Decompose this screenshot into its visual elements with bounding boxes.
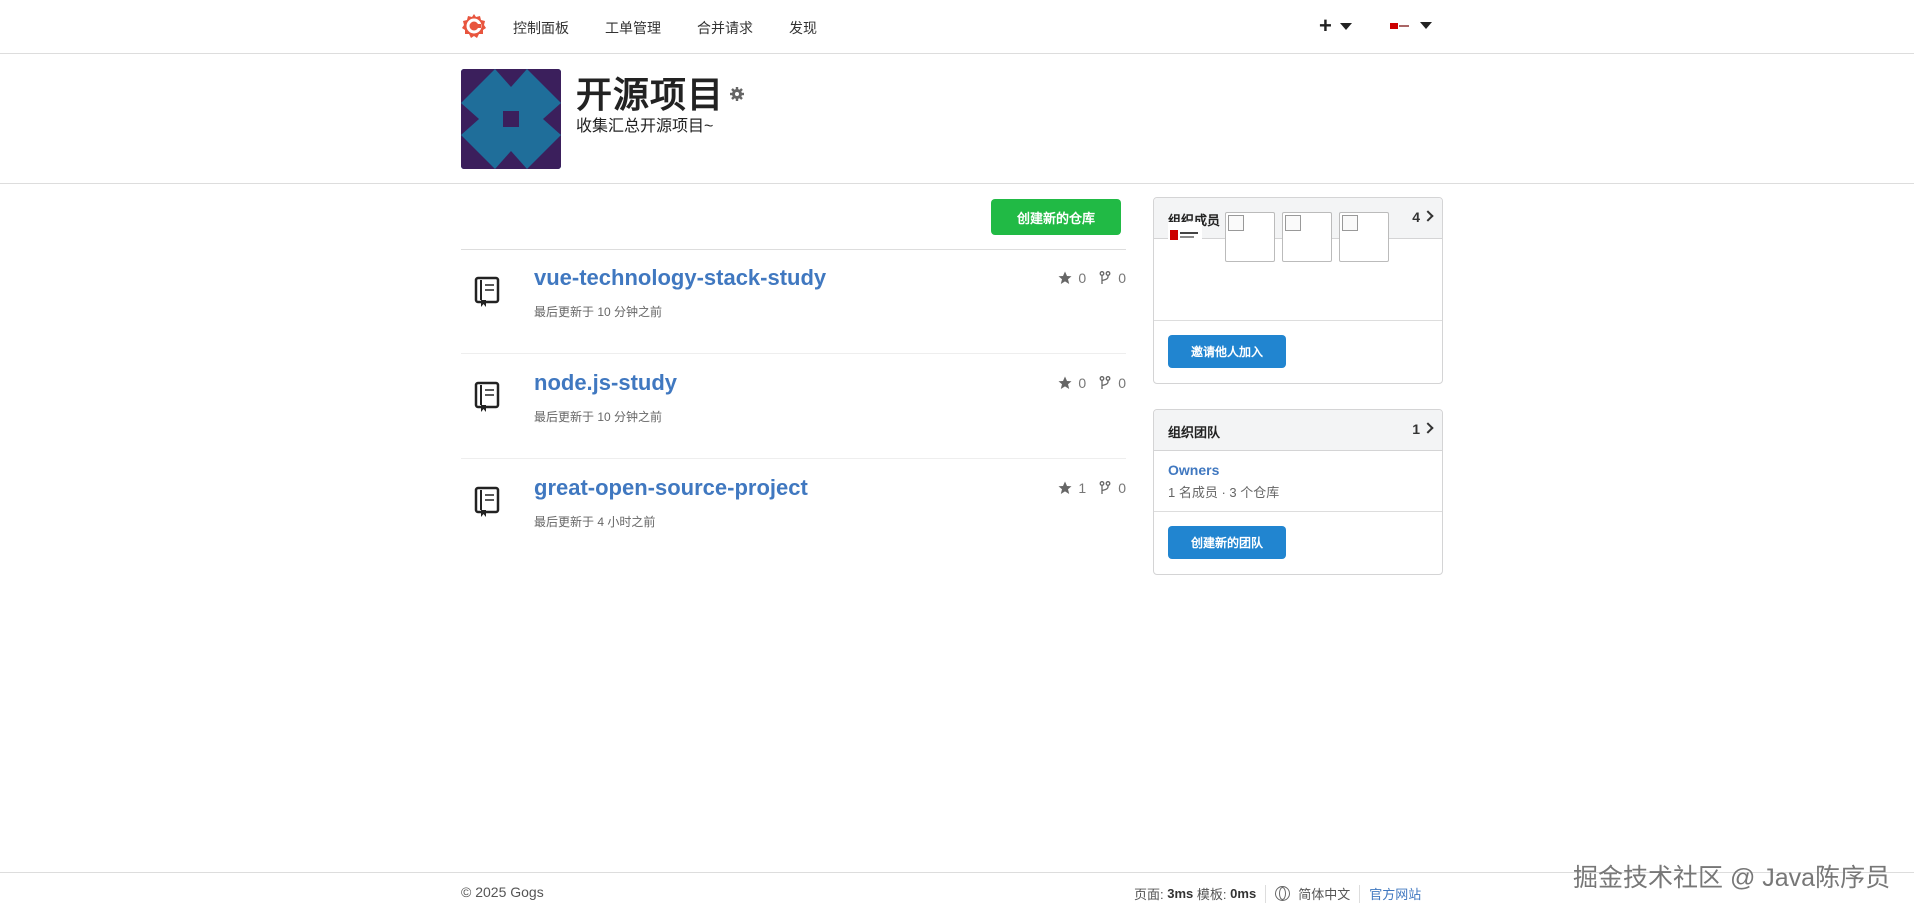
book-icon (474, 381, 500, 413)
star-count: 0 (1078, 375, 1087, 391)
team-link[interactable]: Owners (1168, 462, 1219, 478)
teams-count: 1 (1412, 421, 1420, 437)
broken-image-icon (1228, 215, 1244, 231)
language-selector[interactable]: 简体中文 (1298, 884, 1350, 903)
template-time: 0ms (1230, 886, 1257, 901)
create-team-button[interactable]: 创建新的团队 (1168, 526, 1286, 559)
org-description: 收集汇总开源项目~ (576, 118, 714, 135)
fork-icon (1098, 376, 1112, 390)
official-site-link[interactable]: 官方网站 (1369, 884, 1421, 903)
org-header (0, 54, 1914, 184)
book-icon (474, 486, 500, 518)
team-meta: 1 名成员 · 3 个仓库 (1168, 485, 1280, 500)
create-menu[interactable]: + (1319, 14, 1352, 38)
member-avatar[interactable] (1339, 212, 1389, 262)
member-avatar[interactable] (1168, 222, 1202, 248)
fork-count: 0 (1118, 480, 1126, 496)
book-icon (474, 276, 500, 308)
gear-icon[interactable] (729, 86, 745, 102)
broken-image-icon (1285, 215, 1301, 231)
chevron-right-icon[interactable] (1422, 422, 1434, 434)
divider (1154, 511, 1442, 512)
fork-icon (1098, 271, 1112, 285)
nav-pull-requests[interactable]: 合并请求 (697, 18, 753, 38)
divider (461, 353, 1126, 354)
fork-count: 0 (1118, 375, 1126, 391)
star-count: 1 (1078, 480, 1087, 496)
star-icon (1058, 376, 1072, 390)
repo-updated-time: 最后更新于 4 小时之前 (534, 515, 656, 529)
user-menu[interactable] (1390, 18, 1432, 32)
page-time: 3ms (1167, 886, 1194, 901)
chevron-down-icon (1339, 22, 1352, 30)
teams-title: 组织团队 (1168, 425, 1221, 440)
globe-icon (1275, 886, 1291, 901)
repo-item: great-open-source-project 最后更新于 4 小时之前 1… (461, 460, 1126, 564)
divider (1265, 884, 1267, 903)
star-icon (1058, 481, 1072, 495)
chevron-right-icon[interactable] (1422, 210, 1434, 222)
members-card: 组织成员 4 邀请他人加入 (1153, 197, 1443, 384)
avatar (1390, 18, 1410, 32)
org-avatar (461, 69, 561, 169)
repo-updated-time: 最后更新于 10 分钟之前 (534, 410, 663, 424)
page-time-label: 页面: (1134, 887, 1164, 902)
create-repo-button[interactable]: 创建新的仓库 (991, 199, 1121, 235)
member-avatar[interactable] (1225, 212, 1275, 262)
members-count: 4 (1412, 209, 1420, 225)
repo-item: node.js-study 最后更新于 10 分钟之前 0 0 (461, 355, 1126, 459)
repo-stats: 1 0 (1058, 480, 1126, 496)
repo-link[interactable]: vue-technology-stack-study (534, 265, 826, 291)
teams-card-header: 组织团队 1 (1154, 410, 1442, 451)
star-count: 0 (1078, 270, 1087, 286)
gogs-logo-icon[interactable] (461, 13, 487, 39)
repo-item: vue-technology-stack-study 最后更新于 10 分钟之前… (461, 250, 1126, 354)
divider (1154, 320, 1442, 321)
repo-link[interactable]: great-open-source-project (534, 475, 808, 501)
teams-card: 组织团队 1 Owners 1 名成员 · 3 个仓库 创建新的团队 (1153, 409, 1443, 575)
repo-link[interactable]: node.js-study (534, 370, 677, 396)
broken-image-icon (1342, 215, 1358, 231)
repo-stats: 0 0 (1058, 270, 1126, 286)
page-title: 开源项目 (576, 74, 725, 115)
footer-info: 页面: 3ms 模板: 0ms 简体中文 官方网站 (1134, 884, 1421, 903)
nav-explore[interactable]: 发现 (789, 18, 817, 38)
chevron-down-icon (1420, 21, 1432, 29)
watermark: 掘金技术社区 @ Java陈序员 (1573, 864, 1891, 892)
nav-dashboard[interactable]: 控制面板 (513, 18, 569, 38)
divider (461, 458, 1126, 459)
template-time-label: 模板: (1196, 887, 1227, 902)
top-navbar (0, 0, 1914, 54)
plus-icon: + (1319, 13, 1332, 38)
copyright: © 2025 Gogs (461, 884, 544, 900)
fork-icon (1098, 481, 1112, 495)
star-icon (1058, 271, 1072, 285)
fork-count: 0 (1118, 270, 1126, 286)
nav-issues[interactable]: 工单管理 (605, 18, 661, 38)
repo-stats: 0 0 (1058, 375, 1126, 391)
divider (1359, 884, 1361, 903)
member-avatar[interactable] (1282, 212, 1332, 262)
repo-updated-time: 最后更新于 10 分钟之前 (534, 305, 663, 319)
invite-member-button[interactable]: 邀请他人加入 (1168, 335, 1286, 368)
